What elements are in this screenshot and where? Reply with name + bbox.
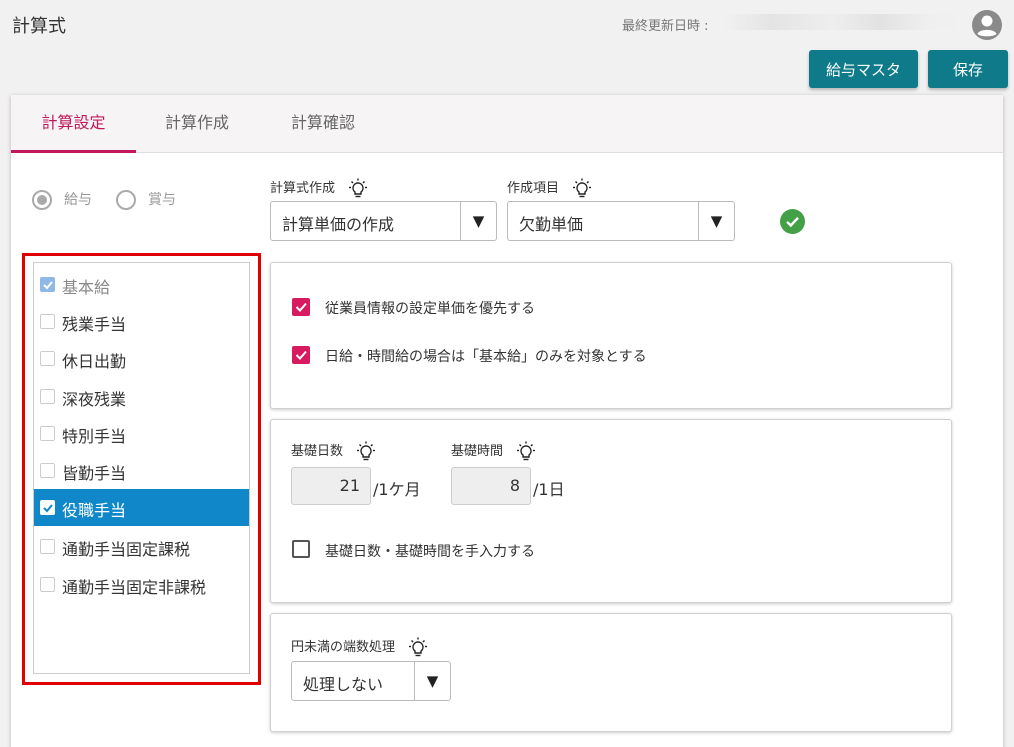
lightbulb-icon[interactable] [515,441,537,463]
checkbox-icon[interactable] [40,389,55,404]
avatar-icon[interactable] [972,10,1002,40]
checkbox-checked-icon[interactable] [292,346,310,364]
list-item-label: 皆勤手当 [62,464,127,483]
list-item-label: 基本給 [62,278,111,297]
radio-bonus[interactable]: 賞与 [116,189,176,210]
rounding-select[interactable]: 処理しない ▼ [291,661,451,701]
last-updated-value-redacted [724,14,964,30]
list-item[interactable]: 皆勤手当 [34,452,249,489]
allowance-list: 基本給 残業手当 休日出勤 深夜残業 特別手当 皆勤手当 役職手当 通勤手当固定… [33,262,250,674]
list-item-label: 休日出勤 [62,352,127,371]
lightbulb-icon[interactable] [355,441,377,463]
list-item-selected[interactable]: 役職手当 [34,489,249,526]
basis-hours-unit: /1日 [533,480,565,499]
item-label-text: 作成項目 [507,181,560,196]
basis-hours-label: 基礎時間 [451,440,537,463]
salary-master-button[interactable]: 給与マスタ [809,50,918,88]
rounding-select-value: 処理しない [303,675,384,694]
item-label: 作成項目 [507,177,593,200]
last-updated-label: 最終更新日時 : [622,19,709,34]
checkbox-icon[interactable] [292,540,310,558]
dropdown-arrow-icon[interactable]: ▼ [414,662,450,700]
checkbox-checked-icon[interactable] [292,298,310,316]
basis-hours-label-text: 基礎時間 [451,444,504,459]
list-item-label: 残業手当 [62,315,127,334]
radio-bonus-label: 賞与 [148,192,176,208]
checkbox-icon[interactable] [40,426,55,441]
lightbulb-icon[interactable] [571,178,593,200]
basis-days-input[interactable]: 21 [291,467,371,505]
tab-calc-confirm[interactable]: 計算確認 [273,95,373,153]
basis-hours-input[interactable]: 8 [451,467,531,505]
list-item[interactable]: 通勤手当固定課税 [34,528,249,565]
prefer-employee-unit-label: 従業員情報の設定単価を優先する [325,301,535,317]
check-circle-icon [780,209,805,234]
basis-days-label-text: 基礎日数 [291,444,344,459]
lightbulb-icon[interactable] [347,178,369,200]
checkbox-icon[interactable] [40,314,55,329]
radio-salary[interactable]: 給与 [32,189,92,210]
checkbox-icon[interactable] [40,351,55,366]
formula-select-value: 計算単価の作成 [282,215,395,234]
basis-panel: 基礎日数 21 /1ケ月 基礎時間 8 /1日 基礎日数・基礎時間を手入力する [270,419,952,603]
options-panel: 従業員情報の設定単価を優先する 日給・時間給の場合は「基本給」のみを対象とする [270,262,952,409]
radio-icon [32,190,52,210]
formula-label-text: 計算式作成 [270,181,336,196]
item-select-value: 欠勤単価 [519,215,584,234]
tab-calc-settings[interactable]: 計算設定 [11,95,136,153]
list-item-label: 深夜残業 [62,390,127,409]
list-item[interactable]: 特別手当 [34,415,249,452]
list-item-label: 通勤手当固定課税 [62,540,191,559]
checkbox-checked-icon[interactable] [40,500,55,515]
dropdown-arrow-icon[interactable]: ▼ [698,202,734,240]
daily-hourly-base-only-label: 日給・時間給の場合は「基本給」のみを対象とする [325,349,647,365]
basis-days-label: 基礎日数 [291,440,377,463]
dropdown-arrow-icon[interactable]: ▼ [460,202,496,240]
list-item-label: 通勤手当固定非課税 [62,578,207,597]
checkbox-icon[interactable] [40,577,55,592]
list-item-label: 特別手当 [62,427,127,446]
list-item: 基本給 [34,266,249,303]
checkbox-checked-icon [40,277,55,292]
save-button[interactable]: 保存 [928,50,1008,88]
radio-icon [116,190,136,210]
page-title: 計算式 [12,16,66,37]
list-item[interactable]: 通勤手当固定非課税 [34,566,249,603]
list-item[interactable]: 休日出勤 [34,340,249,377]
checkbox-icon[interactable] [40,463,55,478]
list-item-label: 役職手当 [62,501,127,520]
rounding-panel: 円未満の端数処理 処理しない ▼ [270,613,952,732]
formula-label: 計算式作成 [270,177,369,200]
rounding-label-text: 円未満の端数処理 [291,640,396,655]
list-item[interactable]: 深夜残業 [34,378,249,415]
rounding-label: 円未満の端数処理 [291,636,429,659]
item-select[interactable]: 欠勤単価 ▼ [507,201,735,241]
list-item[interactable]: 残業手当 [34,303,249,340]
manual-input-label: 基礎日数・基礎時間を手入力する [325,544,535,560]
basis-days-unit: /1ケ月 [373,480,421,499]
formula-select[interactable]: 計算単価の作成 ▼ [270,201,497,241]
tab-bar: 計算設定 計算作成 計算確認 [11,95,1003,153]
checkbox-icon[interactable] [40,539,55,554]
lightbulb-icon[interactable] [407,637,429,659]
radio-salary-label: 給与 [64,192,92,208]
tab-calc-create[interactable]: 計算作成 [147,95,247,153]
